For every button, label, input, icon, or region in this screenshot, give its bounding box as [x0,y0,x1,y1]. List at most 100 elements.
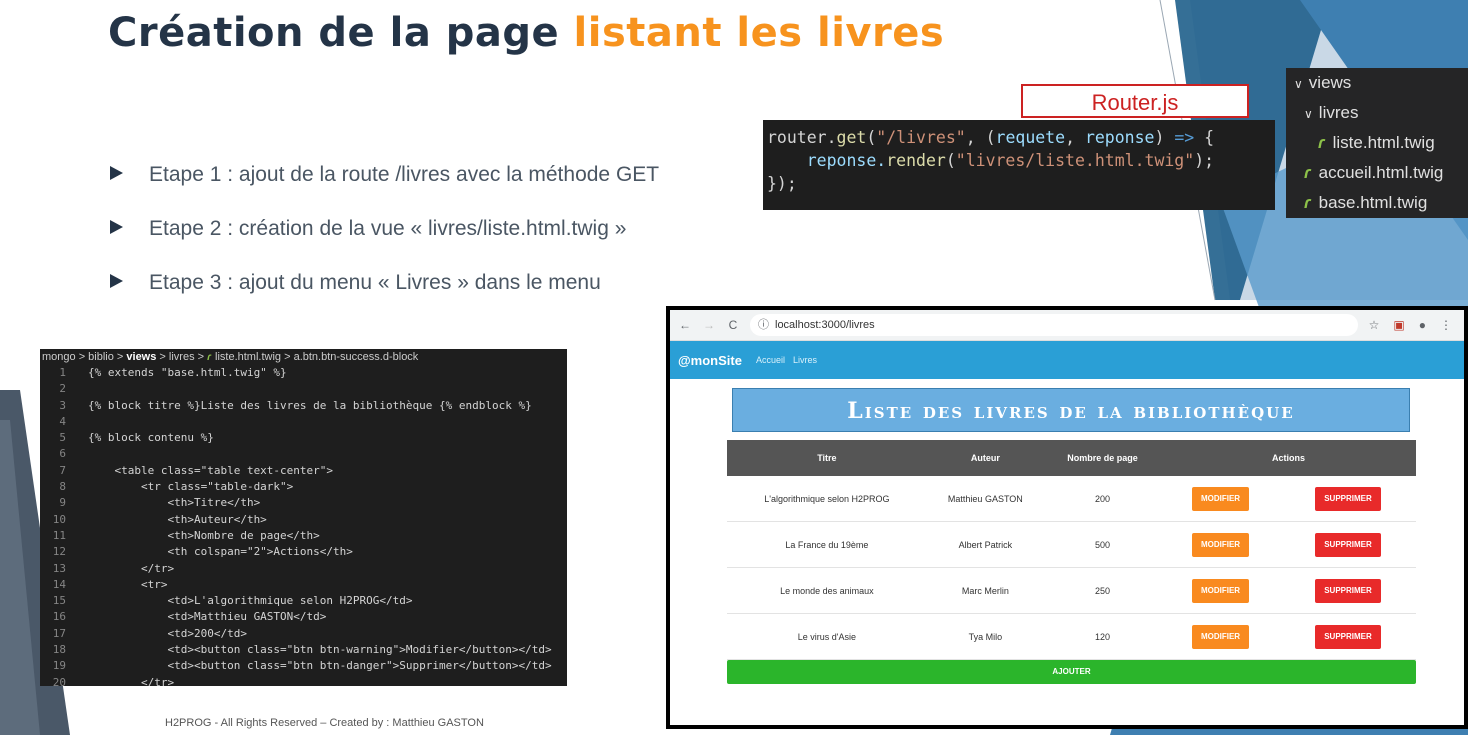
explorer-file-base[interactable]: ɾ base.html.twig [1286,188,1468,218]
line-number: 8 [59,480,66,494]
browser-window: ← → C ⓘ localhost:3000/livres ☆ ▣ ● ⋮ @mo… [666,306,1468,729]
cell-modify: MODIFIER [1161,476,1281,522]
delete-button[interactable]: SUPPRIMER [1315,578,1381,603]
code-token: , ( [965,128,996,147]
code-line: 18 <td><button class="btn btn-warning">M… [40,642,567,658]
delete-button[interactable]: SUPPRIMER [1315,532,1381,557]
line-number: 1 [59,366,66,379]
modify-button[interactable]: MODIFIER [1191,486,1250,511]
column-header-titre: Titre [727,440,927,476]
code-line: 12 <th colspan="2">Actions</th> [40,544,567,560]
code-line: 13 </tr> [40,561,567,577]
table-row: L'algorithmique selon H2PROG Matthieu GAS… [727,476,1416,522]
slide-title-main: Création de la page [108,10,574,56]
router-file-label: Router.js [1021,84,1249,118]
line-number: 4 [59,414,66,428]
code-token: "/livres" [876,128,966,147]
code-text: <th>Auteur</th> [88,512,267,526]
code-token: requete [995,128,1066,147]
code-line: 6 [40,446,567,462]
explorer-label: liste.html.twig [1332,133,1435,152]
cell-titre: La France du 19ème [727,521,927,568]
site-brand[interactable]: @monSite [678,353,742,368]
code-token: router. [767,128,837,147]
breadcrumb-part[interactable]: > livres > [156,351,207,363]
code-token: "livres/liste.html.twig" [955,151,1195,170]
code-text: <th>Titre</th> [88,496,261,510]
breadcrumb-part[interactable]: mongo > biblio > [42,351,126,363]
code-line: 17 <td>200</td> [40,626,567,642]
code-editor: mongo > biblio > views > livres > ɾ liste… [40,349,567,686]
breadcrumb-part[interactable]: > a.btn.btn-success.d-block [281,351,418,363]
table-header-row: Titre Auteur Nombre de page Actions [727,440,1416,476]
code-token: ) [1154,128,1175,147]
code-text: <tr class="table-dark"> [88,480,294,494]
slide-title: Création de la page listant les livres [108,10,944,56]
code-line: 8 <tr class="table-dark"> [40,479,567,495]
code-line: 7 <table class="table text-center"> [40,463,567,479]
code-token: , [1065,128,1085,147]
explorer-file-liste[interactable]: ɾ liste.html.twig [1286,128,1468,158]
twig-file-icon: ɾ [1318,133,1325,152]
books-table: Titre Auteur Nombre de page Actions L'al… [727,440,1416,660]
code-text: </tr> [88,675,175,686]
table-row: Le virus d'Asie Tya Milo 120 MODIFIER SUPPRI… [727,613,1416,660]
chevron-down-icon: ∨ [1294,77,1303,91]
slide-title-accent: listant les livres [573,10,945,56]
add-book-button[interactable]: AJOUTER [727,660,1416,684]
code-line: 11 <th>Nombre de page</th> [40,528,567,544]
nav-link-livres[interactable]: Livres [793,355,817,365]
code-text: <td>Matthieu GASTON</td> [88,610,327,624]
breadcrumb-part[interactable]: liste.html.twig [215,351,281,363]
forward-arrow-icon[interactable]: → [700,318,718,332]
table-row: La France du 19ème Albert Patrick 500 MODIF… [727,521,1416,568]
explorer-folder-livres[interactable]: ∨ livres [1286,98,1468,128]
menu-dots-icon[interactable]: ⋮ [1440,318,1452,332]
cell-auteur: Tya Milo [926,613,1044,660]
file-explorer: ∨ views ∨ livres ɾ liste.html.twig ɾ accueil… [1286,68,1468,218]
line-number: 7 [59,463,66,477]
breadcrumb-part[interactable]: views [126,351,156,363]
code-text: <td><button class="btn btn-danger">Suppr… [88,659,552,673]
modify-button[interactable]: MODIFIER [1191,578,1250,603]
code-line: 5 {% block contenu %} [40,430,567,446]
code-text: <th colspan="2">Actions</th> [88,545,353,559]
step-item: Etape 2 : création de la vue « livres/li… [110,202,659,256]
table-row: Le monde des animaux Marc Merlin 250 MODIFI… [727,567,1416,614]
code-line: 3 {% block titre %}Liste des livres de la… [40,398,567,414]
line-number: 18 [52,643,66,657]
modify-button[interactable]: MODIFIER [1191,624,1250,649]
star-icon[interactable]: ☆ [1369,318,1380,332]
code-text: <td>200</td> [88,626,247,640]
line-number: 17 [52,626,66,640]
line-number: 14 [52,577,66,591]
line-number: 19 [52,659,66,673]
page-title-banner: Liste des livres de la bibliothèque [732,388,1410,432]
reload-icon[interactable]: C [724,318,742,332]
explorer-folder-views[interactable]: ∨ views [1286,68,1468,98]
nav-link-accueil[interactable]: Accueil [756,355,785,365]
code-token: reponse. [767,151,887,170]
editor-code-area[interactable]: 1 {% extends "base.html.twig" %} 2 3 {% bloc… [40,365,567,686]
line-number: 10 [52,512,66,526]
code-text: {% extends "base.html.twig" %} [88,366,287,379]
explorer-label: base.html.twig [1318,193,1428,212]
cell-delete: SUPPRIMER [1280,613,1416,660]
back-arrow-icon[interactable]: ← [676,318,694,332]
extension-icon[interactable]: ▣ [1393,318,1404,332]
cell-auteur: Matthieu GASTON [926,476,1044,522]
code-token: => [1174,128,1195,147]
column-header-auteur: Auteur [926,440,1044,476]
slide-footer: H2PROG - All Rights Reserved – Created b… [165,717,484,729]
explorer-label: livres [1318,103,1359,122]
delete-button[interactable]: SUPPRIMER [1315,486,1381,511]
modify-button[interactable]: MODIFIER [1191,532,1250,557]
triangle-bullet-icon [110,220,123,235]
url-text: localhost:3000/livres [775,319,875,331]
cell-modify: MODIFIER [1161,521,1281,568]
delete-button[interactable]: SUPPRIMER [1315,624,1381,649]
info-icon[interactable]: ⓘ [758,319,769,331]
explorer-file-accueil[interactable]: ɾ accueil.html.twig [1286,158,1468,188]
address-bar[interactable]: ⓘ localhost:3000/livres [750,314,1358,336]
profile-avatar-icon[interactable]: ● [1419,318,1426,332]
